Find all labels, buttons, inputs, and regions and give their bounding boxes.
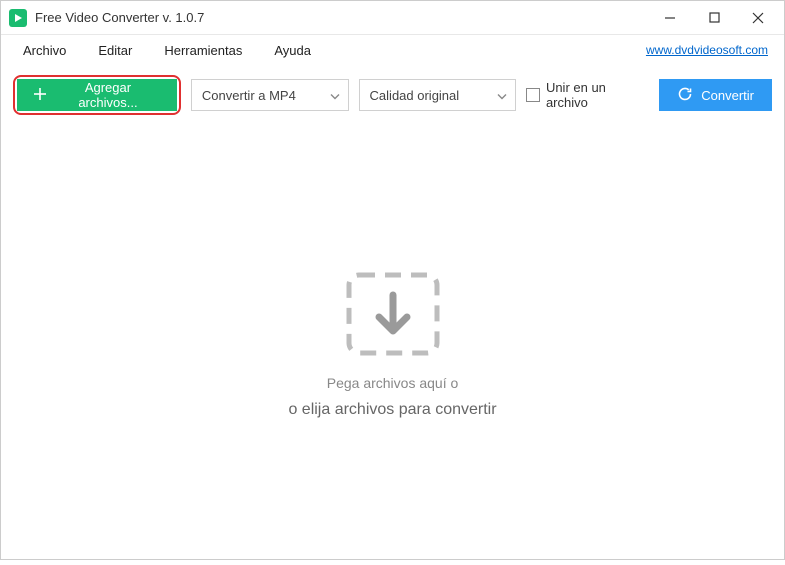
download-arrow-icon (345, 271, 441, 357)
merge-label: Unir en un archivo (546, 80, 649, 110)
format-select[interactable]: Convertir a MP4 (191, 79, 349, 111)
toolbar: Agregar archivos... Convertir a MP4 Cali… (1, 65, 784, 125)
website-link[interactable]: www.dvdvideosoft.com (646, 43, 772, 57)
minimize-icon (664, 12, 676, 24)
add-files-highlight: Agregar archivos... (13, 75, 181, 115)
refresh-icon (677, 86, 693, 105)
chevron-down-icon (330, 88, 340, 103)
plus-icon (33, 87, 47, 104)
window-controls (648, 3, 780, 33)
menu-ayuda[interactable]: Ayuda (264, 39, 321, 62)
quality-selected-label: Calidad original (370, 88, 460, 103)
dropzone-text-2: o elija archivos para convertir (288, 401, 496, 419)
dropzone-box (345, 271, 441, 357)
maximize-button[interactable] (692, 3, 736, 33)
dropzone-text-1: Pega archivos aquí o (327, 375, 459, 391)
menubar: Archivo Editar Herramientas Ayuda www.dv… (1, 35, 784, 65)
add-files-button[interactable]: Agregar archivos... (17, 79, 177, 111)
convert-button[interactable]: Convertir (659, 79, 772, 111)
convert-label: Convertir (701, 88, 754, 103)
dropzone[interactable]: Pega archivos aquí o o elija archivos pa… (1, 125, 784, 565)
minimize-button[interactable] (648, 3, 692, 33)
window-title: Free Video Converter v. 1.0.7 (35, 10, 204, 25)
add-files-label: Agregar archivos... (55, 80, 161, 110)
maximize-icon (709, 12, 720, 23)
chevron-down-icon (497, 88, 507, 103)
menu-archivo[interactable]: Archivo (13, 39, 76, 62)
merge-checkbox[interactable]: Unir en un archivo (526, 80, 649, 110)
menu-editar[interactable]: Editar (88, 39, 142, 62)
close-icon (752, 12, 764, 24)
quality-select[interactable]: Calidad original (359, 79, 517, 111)
app-icon (9, 9, 27, 27)
menu-herramientas[interactable]: Herramientas (154, 39, 252, 62)
format-selected-label: Convertir a MP4 (202, 88, 296, 103)
close-button[interactable] (736, 3, 780, 33)
checkbox-box-icon (526, 88, 540, 102)
titlebar: Free Video Converter v. 1.0.7 (1, 1, 784, 35)
